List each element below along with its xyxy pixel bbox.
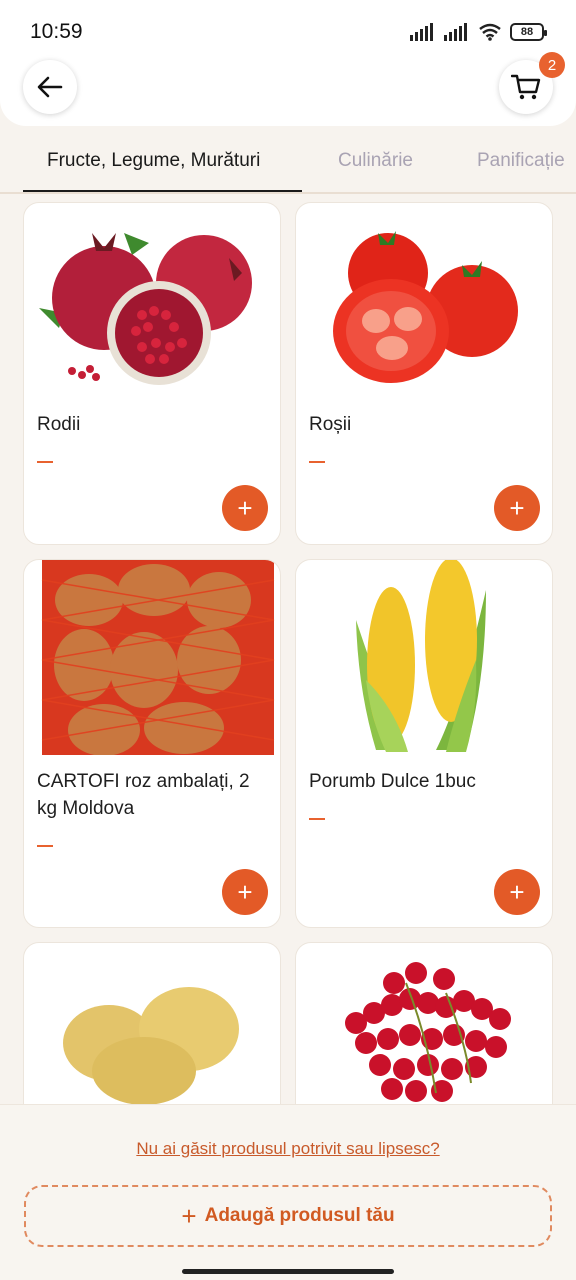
- category-tabs: Fructe, Legume, Murături Culinărie Panif…: [0, 126, 576, 194]
- plus-icon: +: [237, 492, 253, 523]
- add-to-cart-button[interactable]: +: [222, 869, 268, 915]
- home-indicator[interactable]: [182, 1269, 394, 1274]
- product-price: [37, 461, 53, 463]
- bottom-panel: Nu ai găsit produsul potrivit sau lipses…: [0, 1104, 576, 1280]
- product-price: [309, 461, 325, 463]
- product-name: Porumb Dulce 1buc: [309, 771, 476, 792]
- product-card[interactable]: [295, 942, 553, 1122]
- product-image-red-currants: [296, 943, 552, 1121]
- product-image-potatoes: [24, 943, 280, 1121]
- add-to-cart-button[interactable]: +: [494, 485, 540, 531]
- product-name: Rodii: [37, 414, 81, 435]
- missing-product-link[interactable]: Nu ai găsit produsul potrivit sau lipses…: [0, 1139, 576, 1159]
- product-image-corn: [296, 560, 552, 755]
- product-name: Roșii: [309, 414, 352, 435]
- wifi-icon: [479, 23, 501, 41]
- signal-icon-2: [444, 23, 467, 41]
- tab-panificatie[interactable]: Panificație: [477, 150, 565, 172]
- product-grid: Rodii + Roșii + CARTOFI roz ambalați, 2 …: [23, 202, 553, 1122]
- header: 2: [0, 52, 576, 126]
- arrow-left-icon: [37, 76, 63, 98]
- plus-icon: +: [509, 492, 525, 523]
- plus-icon: +: [237, 876, 253, 907]
- add-to-cart-button[interactable]: +: [494, 869, 540, 915]
- battery-level: 88: [520, 26, 534, 38]
- back-button[interactable]: [23, 60, 77, 114]
- product-image-potato-sack: [24, 560, 280, 756]
- product-card[interactable]: Porumb Dulce 1buc +: [295, 559, 553, 928]
- cart-icon: [511, 74, 541, 100]
- plus-icon: +: [181, 1200, 197, 1231]
- status-icons: 88: [410, 20, 547, 44]
- add-own-product-label: Adaugă produsul tău: [204, 1205, 395, 1226]
- product-price: [309, 818, 325, 820]
- product-name: CARTOFI roz ambalați, 2 kg Moldova: [37, 771, 250, 819]
- product-card[interactable]: Rodii +: [23, 202, 281, 545]
- product-image-pomegranate: [24, 203, 280, 398]
- product-card[interactable]: CARTOFI roz ambalați, 2 kg Moldova +: [23, 559, 281, 928]
- status-time: 10:59: [30, 20, 83, 43]
- active-tab-indicator: [23, 190, 302, 192]
- add-own-product-button[interactable]: + Adaugă produsul tău: [24, 1185, 552, 1247]
- product-price: [37, 845, 53, 847]
- cart-count-badge: 2: [539, 52, 565, 78]
- cart-button[interactable]: 2: [499, 52, 565, 114]
- plus-icon: +: [509, 876, 525, 907]
- signal-icon: [410, 23, 433, 41]
- tab-culinarie[interactable]: Culinărie: [338, 150, 413, 172]
- product-image-tomatoes: [296, 203, 552, 398]
- add-to-cart-button[interactable]: +: [222, 485, 268, 531]
- status-bar: 10:59 88: [0, 0, 576, 60]
- product-card[interactable]: Roșii +: [295, 202, 553, 545]
- battery-icon: 88: [510, 23, 547, 41]
- product-card[interactable]: [23, 942, 281, 1122]
- tab-fructe-legume[interactable]: Fructe, Legume, Murături: [47, 150, 260, 172]
